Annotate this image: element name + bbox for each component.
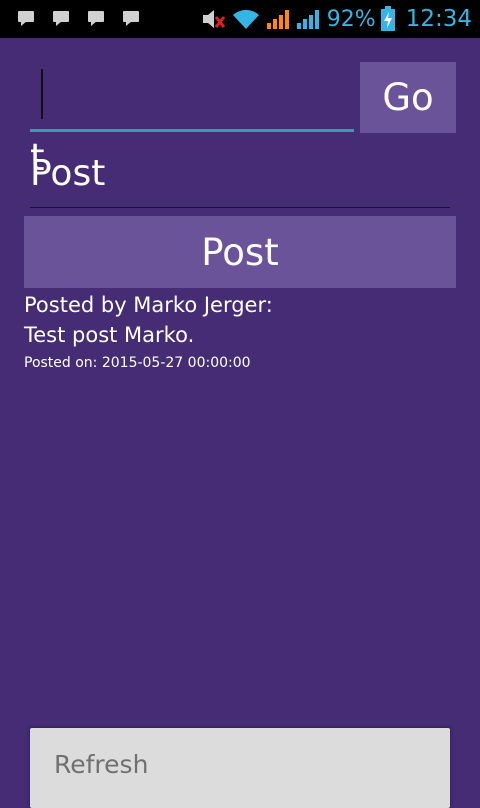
- post-author: Posted by Marko Jerger:: [24, 293, 273, 317]
- text-caret: [41, 69, 43, 119]
- volume-muted-icon: [202, 10, 225, 28]
- clock: 12:34: [405, 6, 472, 32]
- refresh-button-label: Refresh: [54, 750, 149, 779]
- status-indicators: 92% 12:34: [201, 4, 472, 34]
- cell-signal-orange-icon: [266, 10, 289, 29]
- chat-icon: [18, 11, 34, 26]
- search-input[interactable]: t: [30, 62, 354, 179]
- go-button[interactable]: Go: [360, 62, 456, 133]
- post-input[interactable]: Post: [30, 145, 450, 208]
- post-body: Test post Marko.: [24, 323, 195, 347]
- refresh-button[interactable]: Refresh: [30, 728, 450, 808]
- post-input-value: Post: [30, 153, 106, 194]
- chat-icon: [123, 11, 139, 26]
- wifi-icon: [232, 9, 259, 29]
- chat-icon: [53, 11, 69, 26]
- cell-signal-blue-icon: [296, 10, 319, 29]
- post-date: Posted on: 2015-05-27 00:00:00: [24, 355, 251, 371]
- battery-percent: 92%: [326, 6, 376, 32]
- battery-charging-icon: [380, 6, 395, 31]
- chat-icon: [88, 11, 104, 26]
- post-button[interactable]: Post: [24, 216, 456, 288]
- status-bar: 92% 12:34: [0, 0, 480, 38]
- list-item: Posted by Marko Jerger: Test post Marko.…: [24, 291, 464, 375]
- notification-icons: [18, 11, 139, 26]
